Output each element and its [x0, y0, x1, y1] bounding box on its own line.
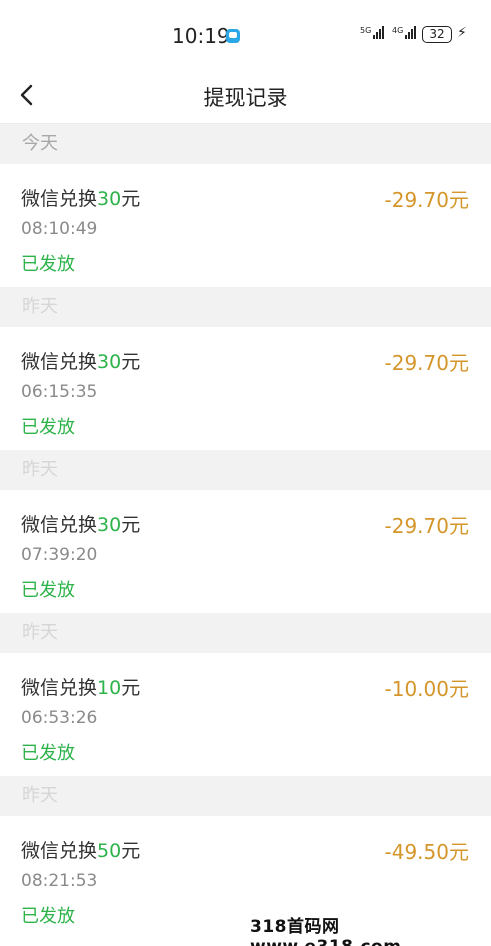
date-header: 昨天	[0, 287, 491, 327]
record-item[interactable]: 微信兑换30元 -29.70元 07:39:20 已发放	[0, 490, 491, 613]
date-header: 昨天	[0, 450, 491, 490]
page-title: 提现记录	[203, 86, 288, 110]
date-header: 今天	[0, 124, 491, 164]
record-title-prefix: 微信兑换	[21, 840, 98, 862]
record-item[interactable]: 微信兑换30元 -29.70元 06:15:35 已发放	[0, 327, 491, 450]
record-time: 08:21:53	[21, 871, 98, 891]
record-time: 06:15:35	[21, 382, 98, 402]
record-title-prefix: 微信兑换	[21, 514, 98, 536]
signal1-label: 5G	[360, 26, 372, 35]
record-amount: -29.70元	[384, 514, 469, 538]
withdrawal-record-list: 今天 微信兑换30元 -29.70元 08:10:49 已发放 昨天 微信兑换3…	[0, 124, 491, 939]
date-header: 昨天	[0, 776, 491, 816]
charging-icon: ⚡	[457, 25, 467, 41]
record-title-prefix: 微信兑换	[21, 351, 98, 373]
record-amount: -49.50元	[384, 840, 469, 864]
record-title-suffix: 元	[121, 188, 141, 210]
record-item[interactable]: 微信兑换10元 -10.00元 06:53:26 已发放	[0, 653, 491, 776]
record-title-suffix: 元	[121, 514, 141, 536]
status-time: 10:19	[172, 24, 230, 48]
record-title: 微信兑换50元	[21, 836, 140, 863]
record-status: 已发放	[21, 417, 75, 438]
record-status: 已发放	[21, 580, 75, 601]
message-notification-icon	[226, 29, 240, 43]
status-bar: 10:19 5G 4G 32 ⚡	[0, 0, 491, 68]
date-header: 昨天	[0, 613, 491, 653]
record-title: 微信兑换30元	[21, 347, 140, 374]
record-time: 08:10:49	[21, 219, 98, 239]
record-amount: -10.00元	[384, 677, 469, 701]
record-time: 06:53:26	[21, 708, 98, 728]
record-status: 已发放	[21, 254, 75, 275]
watermark-text: 318首码网 www.e318.com	[250, 917, 401, 946]
record-time: 07:39:20	[21, 545, 98, 565]
record-title-amount: 30	[97, 351, 122, 373]
record-title-prefix: 微信兑换	[21, 188, 98, 210]
record-title: 微信兑换10元	[21, 673, 140, 700]
record-title-amount: 50	[97, 840, 122, 862]
record-title-amount: 30	[97, 188, 122, 210]
signal-4g-icon: 4G	[392, 26, 417, 39]
record-title-suffix: 元	[121, 677, 141, 699]
record-item[interactable]: 微信兑换30元 -29.70元 08:10:49 已发放	[0, 164, 491, 287]
record-title-amount: 10	[97, 677, 122, 699]
record-title-suffix: 元	[121, 840, 141, 862]
battery-icon: 32	[422, 26, 452, 43]
record-status: 已发放	[21, 906, 75, 927]
record-title-suffix: 元	[121, 351, 141, 373]
nav-bar: 提现记录	[0, 68, 491, 124]
record-title: 微信兑换30元	[21, 184, 140, 211]
record-title-amount: 30	[97, 514, 122, 536]
record-title: 微信兑换30元	[21, 510, 140, 537]
record-title-prefix: 微信兑换	[21, 677, 98, 699]
signal-5g-icon: 5G	[360, 26, 385, 39]
record-amount: -29.70元	[384, 351, 469, 375]
signal2-label: 4G	[392, 26, 404, 35]
record-status: 已发放	[21, 743, 75, 764]
record-amount: -29.70元	[384, 188, 469, 212]
